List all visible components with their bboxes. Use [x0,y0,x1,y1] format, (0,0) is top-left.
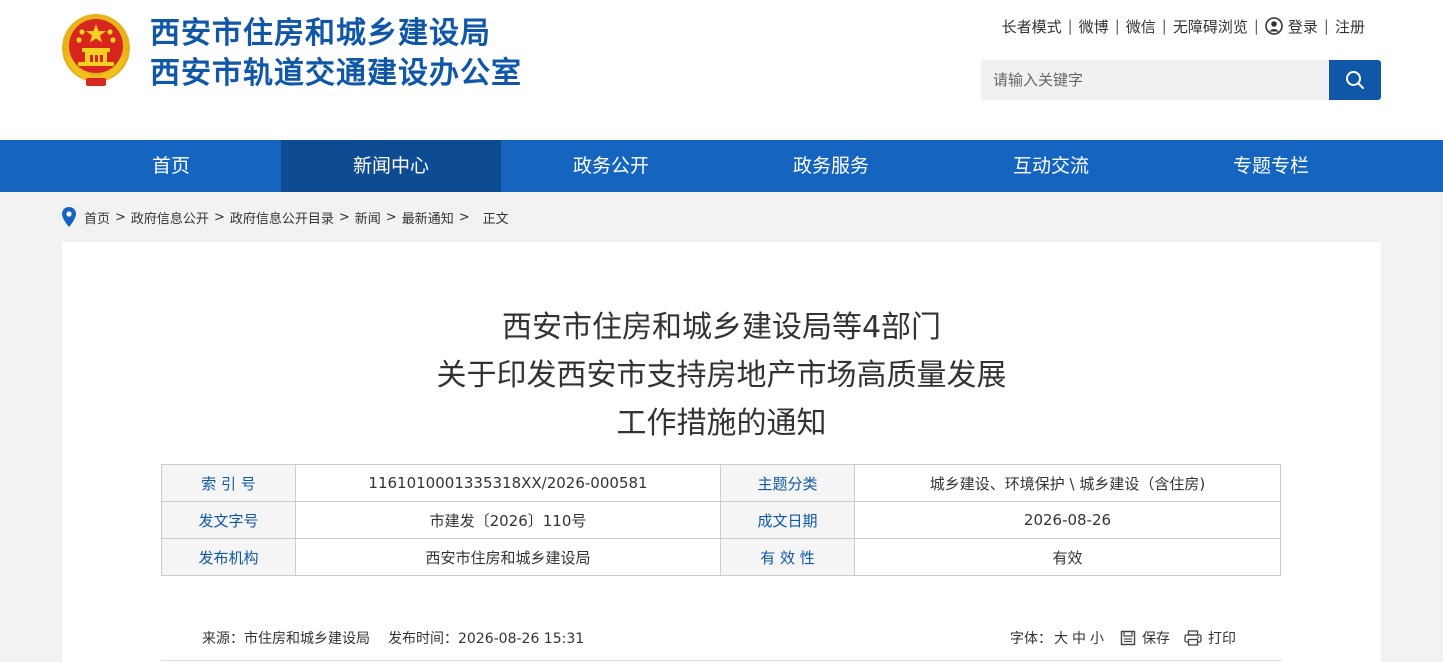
breadcrumb-separator: > [115,209,126,225]
article-tools: 字体： 大 中 小 保存 打印 [1010,628,1236,648]
site-name-line-1: 西安市住房和城乡建设局 [150,16,491,51]
site-name-line-2: 西安市轨道交通建设办公室 [150,56,522,91]
nav-item-government-services[interactable]: 政务服务 [721,140,941,192]
nav-item-home[interactable]: 首页 [61,140,281,192]
accessible-browse-link[interactable]: 无障碍浏览 [1173,16,1248,37]
issuing-agency-value: 西安市住房和城乡建设局 [295,538,721,576]
separator: | [1161,17,1167,35]
publish-time-label: 发布时间： [388,631,458,647]
validity-label: 有 效 性 [720,538,855,576]
article-title-line-1: 西安市住房和城乡建设局等4部门 [501,310,942,345]
print-label: 打印 [1208,631,1236,647]
breadcrumb: 首页 > 政府信息公开 > 政府信息公开目录 > 新闻 > 最新通知 > 正文 [62,206,509,228]
issuing-agency-label: 发布机构 [161,538,296,576]
source-label: 来源： [202,631,244,647]
source-value: 市住房和城乡建设局 [244,631,370,647]
site-name[interactable]: 西安市住房和城乡建设局 西安市轨道交通建设办公室 [150,14,522,94]
breadcrumb-separator: > [338,209,350,225]
table-row: 发布机构 西安市住房和城乡建设局 有 效 性 有效 [161,538,1281,576]
print-button[interactable]: 打印 [1184,628,1236,648]
separator: | [1114,17,1120,35]
validity-value: 有效 [854,538,1281,576]
article-source: 来源：市住房和城乡建设局 发布时间：2026-08-26 15:31 [202,628,584,648]
main-nav-items: 首页 新闻中心 政务公开 政务服务 互动交流 专题专栏 [61,140,1381,192]
article-info-bar: 来源：市住房和城乡建设局 发布时间：2026-08-26 15:31 字体： 大 … [202,628,1236,650]
save-button[interactable]: 保存 [1120,628,1170,648]
breadcrumb-gov-info-catalog[interactable]: 政府信息公开目录 [230,208,334,227]
breadcrumb-separator: > [458,209,470,225]
nav-item-special-topics[interactable]: 专题专栏 [1161,140,1381,192]
breadcrumb-current: 正文 [482,211,509,227]
breadcrumb-latest-notices[interactable]: 最新通知 [402,208,454,227]
index-number-value: 1161010001335318XX/2026-000581 [295,464,721,502]
font-size-large-button[interactable]: 大 [1054,628,1068,648]
location-pin-icon [62,207,76,227]
main-nav: 首页 新闻中心 政务公开 政务服务 互动交流 专题专栏 [0,140,1443,192]
table-row: 索 引 号 1161010001335318XX/2026-000581 主题分… [161,464,1281,502]
weibo-link[interactable]: 微博 [1079,16,1109,37]
search-button[interactable] [1329,60,1381,100]
wechat-link[interactable]: 微信 [1126,16,1156,37]
save-label: 保存 [1142,631,1170,647]
article-title: 西安市住房和城乡建设局等4部门 关于印发西安市支持房地产市场高质量发展 工作措施… [62,304,1381,448]
separator: | [1253,17,1259,35]
nav-item-government-affairs-open[interactable]: 政务公开 [501,140,721,192]
font-size-label: 字体： [1010,631,1052,647]
article-title-line-2: 关于印发西安市支持房地产市场高质量发展 [436,358,1007,393]
topic-category-label: 主题分类 [720,464,855,502]
nav-item-news-center[interactable]: 新闻中心 [281,140,501,192]
print-icon [1184,630,1202,646]
national-emblem-logo[interactable] [60,12,132,88]
document-number-label: 发文字号 [161,501,296,539]
login-link[interactable]: 登录 [1288,16,1318,37]
search-icon [1346,71,1364,89]
separator: | [1067,17,1073,35]
table-row: 发文字号 市建发〔2026〕110号 成文日期 2026-08-26 [161,501,1281,539]
article-title-line-3: 工作措施的通知 [616,406,827,441]
breadcrumb-gov-info-open[interactable]: 政府信息公开 [131,208,209,227]
search-box [981,60,1381,100]
document-meta-table: 索 引 号 1161010001335318XX/2026-000581 主题分… [161,464,1281,576]
user-icon [1265,17,1283,35]
breadcrumb-separator: > [213,209,225,225]
publish-time-value: 2026-08-26 15:31 [458,631,585,647]
register-link[interactable]: 注册 [1335,16,1365,37]
site-header: 西安市住房和城乡建设局 西安市轨道交通建设办公室 长者模式 | 微博 | 微信 … [0,0,1443,140]
breadcrumb-home[interactable]: 首页 [84,208,110,227]
top-links: 长者模式 | 微博 | 微信 | 无障碍浏览 | 登录 | 注册 [1002,14,1365,38]
article-panel: 西安市住房和城乡建设局等4部门 关于印发西安市支持房地产市场高质量发展 工作措施… [62,242,1381,662]
elder-mode-link[interactable]: 长者模式 [1002,16,1062,37]
breadcrumb-news[interactable]: 新闻 [355,208,381,227]
index-number-label: 索 引 号 [161,464,296,502]
breadcrumb-separator: > [385,209,397,225]
written-date-label: 成文日期 [720,501,855,539]
font-size-small-button[interactable]: 小 [1090,628,1104,648]
font-size-medium-button[interactable]: 中 [1072,628,1086,648]
nav-item-interaction[interactable]: 互动交流 [941,140,1161,192]
search-input[interactable] [981,60,1329,100]
divider [161,660,1281,661]
save-icon [1120,630,1136,646]
written-date-value: 2026-08-26 [854,501,1281,539]
topic-category-value: 城乡建设、环境保护 \ 城乡建设（含住房) [854,464,1281,502]
separator: | [1323,17,1329,35]
document-number-value: 市建发〔2026〕110号 [295,501,721,539]
